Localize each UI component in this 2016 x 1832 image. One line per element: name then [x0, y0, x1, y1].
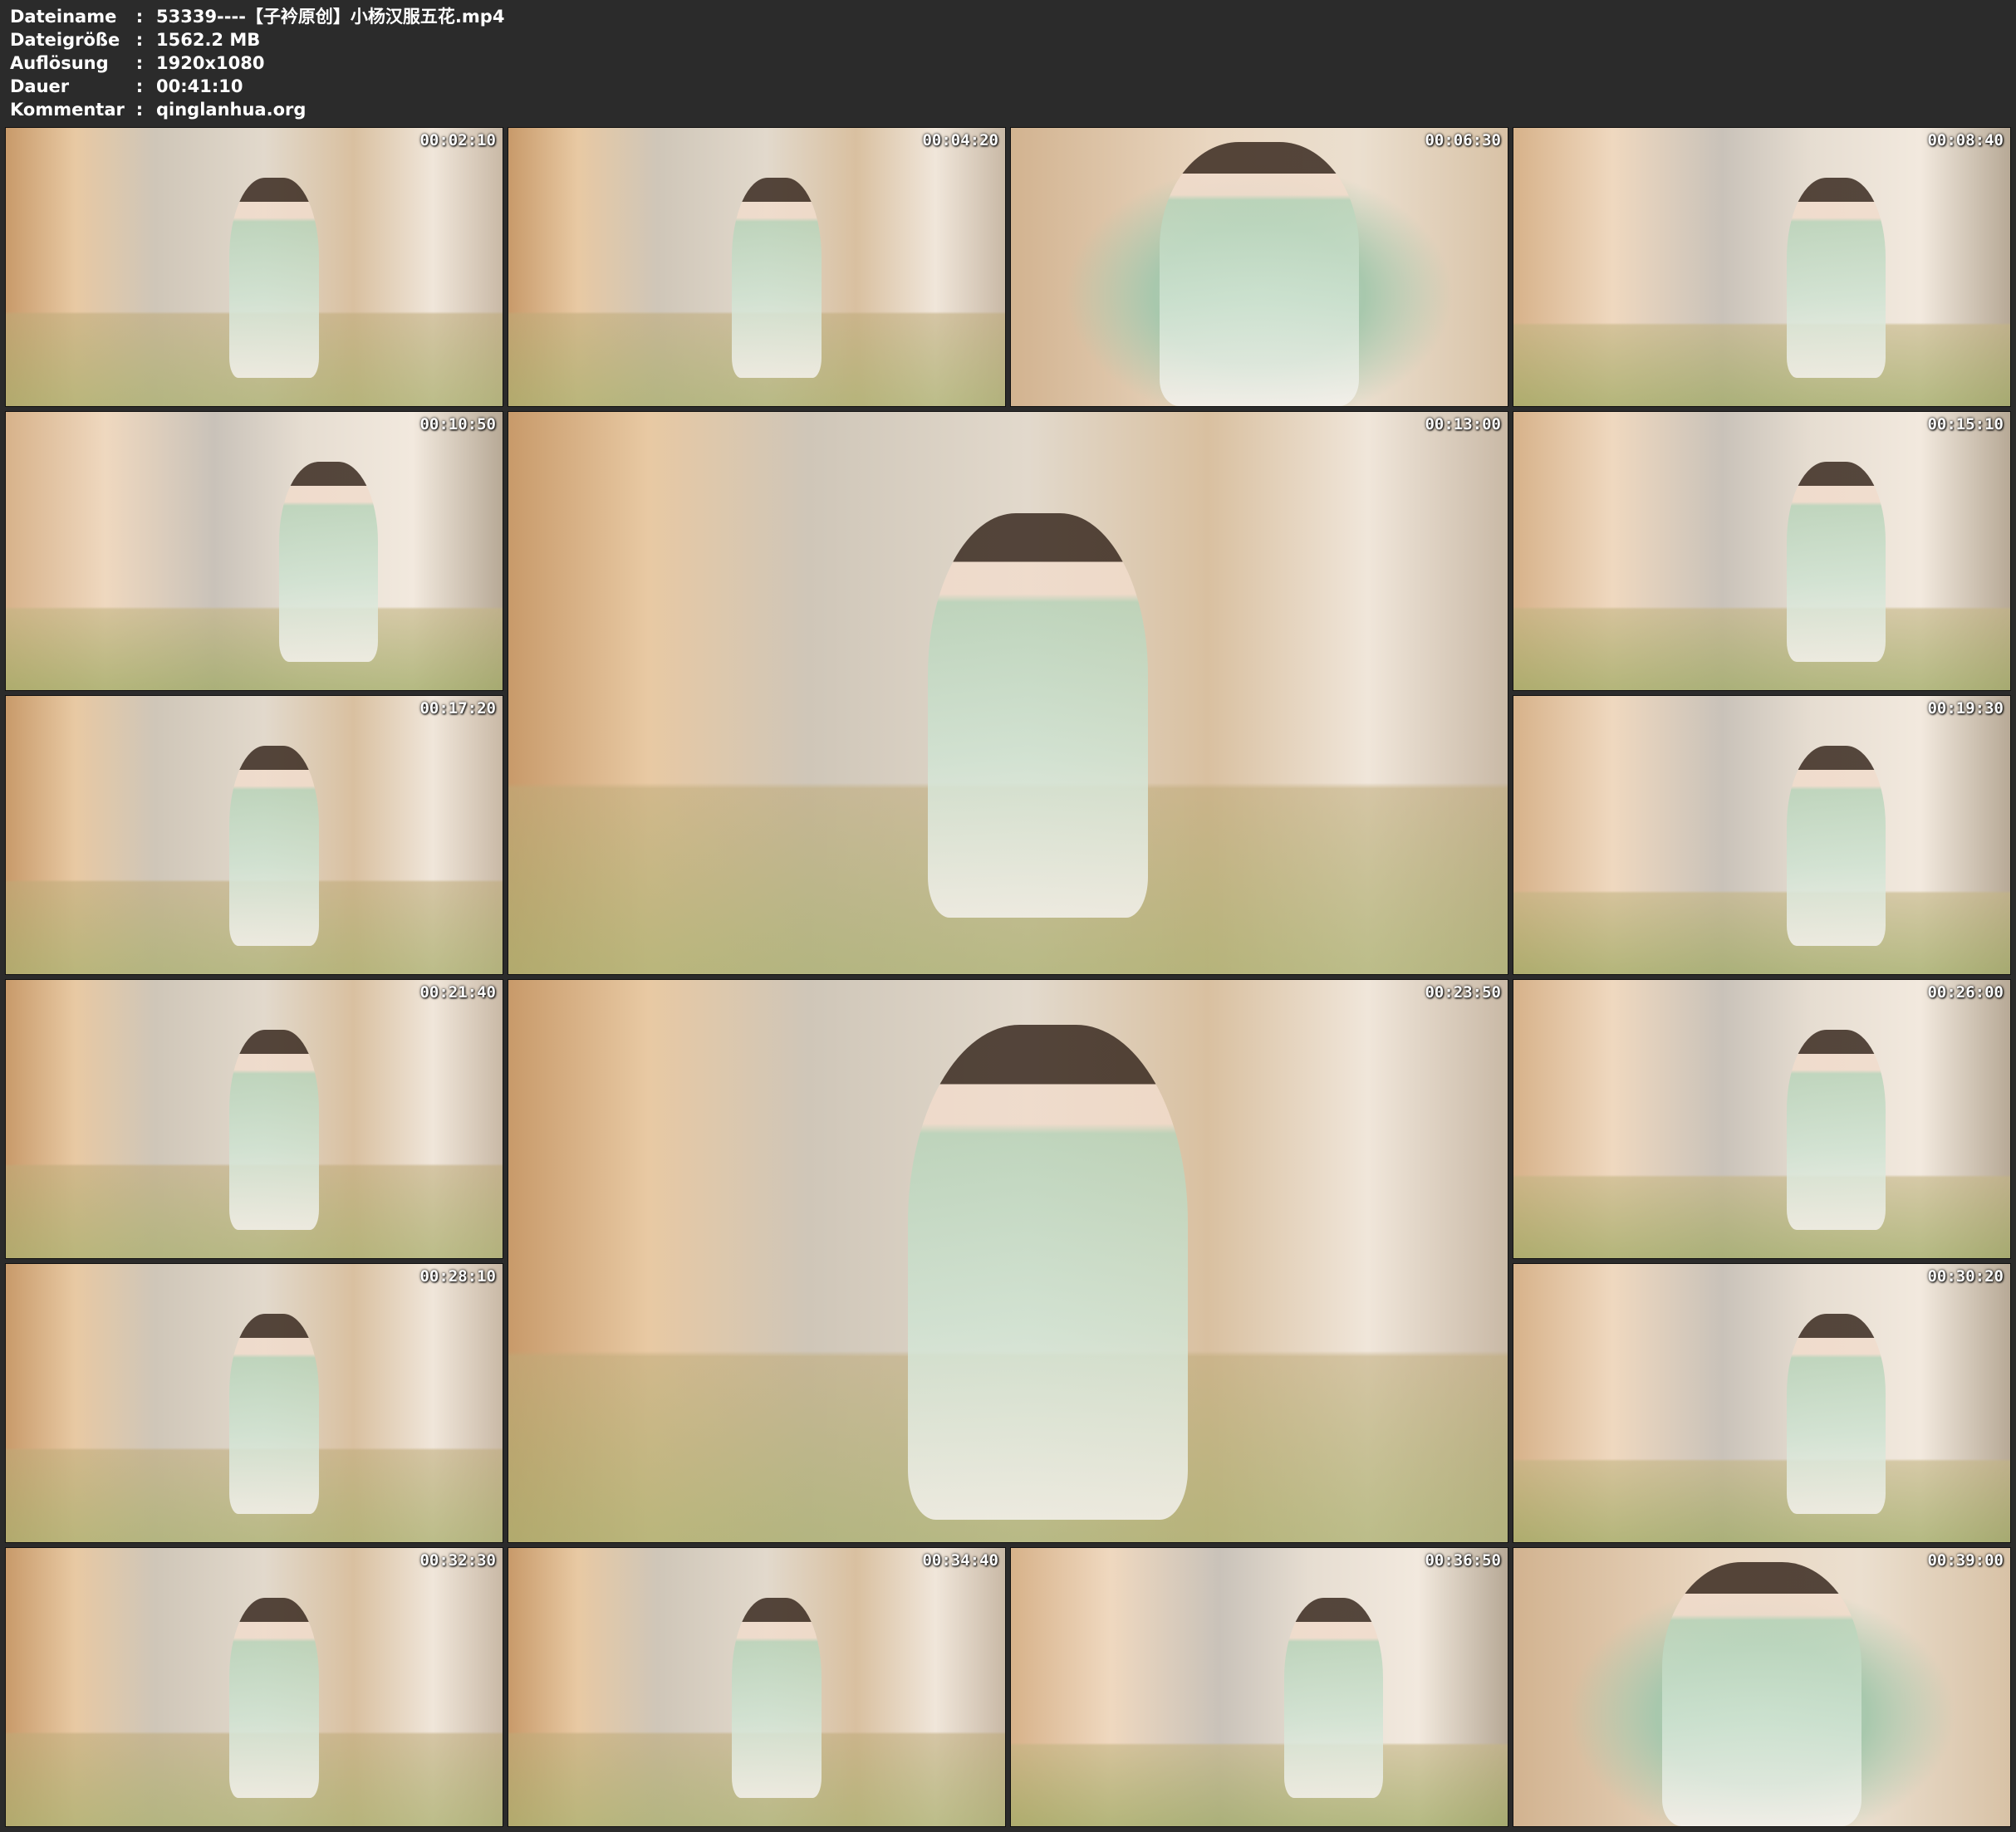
- person-figure: [732, 1598, 822, 1799]
- info-key: Auflösung: [10, 53, 109, 73]
- info-row-resolution: Auflösung : 1920x1080: [10, 51, 504, 75]
- thumbnail-frame: 00:32:30: [5, 1547, 503, 1827]
- video-still: [1513, 128, 2010, 406]
- thumbnail-frame-large: 00:13:00: [508, 411, 1508, 975]
- person-figure: [1786, 1030, 1886, 1231]
- thumbnail-frame: 00:15:10: [1513, 411, 2011, 691]
- info-row-comment: Kommentar : qinglanhua.org: [10, 98, 504, 121]
- timestamp-label: 00:17:20: [419, 699, 496, 718]
- video-still: [1011, 1548, 1508, 1826]
- info-separator: :: [135, 76, 144, 96]
- info-value: 1562.2 MB: [156, 30, 261, 50]
- person-figure: [732, 178, 822, 379]
- timestamp-label: 00:13:00: [1425, 415, 1501, 434]
- info-value: 1920x1080: [156, 53, 265, 73]
- person-figure: [229, 746, 319, 947]
- timestamp-label: 00:06:30: [1425, 131, 1501, 149]
- info-value: qinglanhua.org: [156, 100, 307, 120]
- timestamp-label: 00:15:10: [1927, 415, 2004, 434]
- video-still: [508, 412, 1508, 974]
- info-separator: :: [135, 30, 144, 50]
- person-figure: [1160, 141, 1359, 406]
- video-still: [6, 1548, 503, 1826]
- timestamp-label: 00:39:00: [1927, 1551, 2004, 1570]
- person-figure: [1786, 178, 1886, 379]
- timestamp-label: 00:26:00: [1927, 983, 2004, 1002]
- timestamp-label: 00:10:50: [419, 415, 496, 434]
- thumbnail-frame: 00:04:20: [508, 127, 1006, 407]
- thumbnail-frame: 00:06:30: [1010, 127, 1508, 407]
- info-key: Kommentar: [10, 100, 125, 120]
- info-separator: :: [135, 100, 144, 120]
- info-key: Dateiname: [10, 7, 117, 27]
- info-value: 00:41:10: [156, 76, 243, 96]
- timestamp-label: 00:21:40: [419, 983, 496, 1002]
- timestamp-label: 00:30:20: [1927, 1267, 2004, 1286]
- person-figure: [1662, 1561, 1861, 1826]
- video-still: [6, 128, 503, 406]
- person-figure: [229, 1314, 319, 1515]
- info-row-filesize: Dateigröße : 1562.2 MB: [10, 28, 504, 51]
- timestamp-label: 00:19:30: [1927, 699, 2004, 718]
- thumbnail-frame: 00:30:20: [1513, 1263, 2011, 1543]
- timestamp-label: 00:23:50: [1425, 983, 1501, 1002]
- thumbnail-frame-large: 00:23:50: [508, 979, 1508, 1543]
- video-still: [1513, 696, 2010, 974]
- timestamp-label: 00:08:40: [1927, 131, 2004, 149]
- info-separator: :: [135, 53, 144, 73]
- video-still: [6, 696, 503, 974]
- person-figure: [1786, 746, 1886, 947]
- info-row-filename: Dateiname : 53339----【子衿原创】小杨汉服五花.mp4: [10, 5, 504, 28]
- timestamp-label: 00:36:50: [1425, 1551, 1501, 1570]
- thumbnail-frame: 00:39:00: [1513, 1547, 2011, 1827]
- person-figure: [908, 1025, 1189, 1520]
- info-value: 53339----【子衿原创】小杨汉服五花.mp4: [156, 7, 505, 27]
- person-figure: [229, 178, 319, 379]
- thumbnail-frame: 00:26:00: [1513, 979, 2011, 1259]
- thumbnail-frame: 00:21:40: [5, 979, 503, 1259]
- file-info-header: Dateiname : 53339----【子衿原创】小杨汉服五花.mp4 Da…: [10, 5, 504, 121]
- thumbnail-grid: 00:02:10 00:04:20 00:06:30 00:08:40 00:1…: [0, 125, 2016, 1832]
- video-still: [1513, 1548, 2010, 1826]
- video-still: [508, 980, 1508, 1542]
- person-figure: [278, 462, 379, 663]
- video-still: [6, 1264, 503, 1542]
- thumbnail-frame: 00:34:40: [508, 1547, 1006, 1827]
- video-still: [1513, 1264, 2010, 1542]
- video-still: [1513, 412, 2010, 690]
- timestamp-label: 00:04:20: [922, 131, 998, 149]
- video-still: [508, 1548, 1005, 1826]
- timestamp-label: 00:28:10: [419, 1267, 496, 1286]
- timestamp-label: 00:34:40: [922, 1551, 998, 1570]
- video-still: [1513, 980, 2010, 1258]
- thumbnail-frame: 00:28:10: [5, 1263, 503, 1543]
- person-figure: [229, 1598, 319, 1799]
- person-figure: [928, 512, 1148, 918]
- thumbnail-frame: 00:10:50: [5, 411, 503, 691]
- thumbnail-frame: 00:08:40: [1513, 127, 2011, 407]
- timestamp-label: 00:32:30: [419, 1551, 496, 1570]
- person-figure: [229, 1030, 319, 1231]
- thumbnail-frame: 00:17:20: [5, 695, 503, 975]
- person-figure: [1786, 1314, 1886, 1515]
- thumbnail-frame: 00:19:30: [1513, 695, 2011, 975]
- thumbnail-frame: 00:36:50: [1010, 1547, 1508, 1827]
- person-figure: [1283, 1598, 1384, 1799]
- person-figure: [1786, 462, 1886, 663]
- video-still: [1011, 128, 1508, 406]
- info-separator: :: [135, 7, 144, 27]
- info-row-duration: Dauer : 00:41:10: [10, 75, 504, 98]
- info-key: Dauer: [10, 76, 70, 96]
- video-still: [6, 980, 503, 1258]
- video-still: [508, 128, 1005, 406]
- video-still: [6, 412, 503, 690]
- thumbnail-frame: 00:02:10: [5, 127, 503, 407]
- info-key: Dateigröße: [10, 30, 120, 50]
- timestamp-label: 00:02:10: [419, 131, 496, 149]
